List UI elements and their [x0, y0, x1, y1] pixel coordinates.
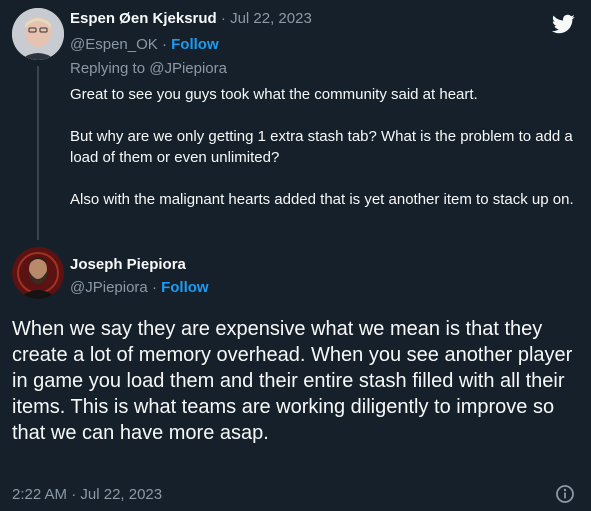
- tweet1-date[interactable]: Jul 22, 2023: [230, 10, 312, 27]
- tweet2-handle[interactable]: @JPiepiora: [70, 279, 148, 296]
- tweet2-name-row: Joseph Piepiora: [70, 256, 186, 273]
- tweet1-paragraph: But why are we only getting 1 extra stas…: [70, 128, 573, 166]
- thread-line: [37, 66, 39, 240]
- tweet1-body: Great to see you guys took what the comm…: [70, 84, 575, 210]
- replying-to-label: Replying to: [70, 60, 146, 77]
- replying-to-handle[interactable]: @JPiepiora: [149, 60, 227, 77]
- tweet2-display-name[interactable]: Joseph Piepiora: [70, 256, 186, 273]
- tweet2-time: 2:22 AM: [12, 486, 68, 503]
- avatar-espen-image: [12, 8, 64, 60]
- info-icon[interactable]: [555, 484, 575, 504]
- tweet2-body: When we say they are expensive what we m…: [12, 318, 573, 444]
- tweet1-paragraph: Great to see you guys took what the comm…: [70, 86, 478, 103]
- tweet2-date: Jul 22, 2023: [80, 486, 163, 503]
- avatar-joseph-image: [12, 247, 64, 299]
- avatar-joseph[interactable]: [12, 247, 64, 299]
- replying-to: Replying to @JPiepiora: [70, 60, 227, 77]
- tweet2-timestamp-separator: ·: [71, 486, 77, 503]
- tweet1-follow-button[interactable]: Follow: [171, 36, 219, 53]
- tweet1-paragraph: Also with the malignant hearts added tha…: [70, 191, 574, 208]
- tweet2-handle-row: @JPiepiora · Follow: [70, 279, 209, 296]
- tweet2-timestamp[interactable]: 2:22 AM · Jul 22, 2023: [12, 486, 162, 503]
- tweet2-follow-separator: ·: [151, 279, 157, 296]
- twitter-bird-icon[interactable]: [549, 12, 577, 36]
- tweet1-handle-row: @Espen_OK · Follow: [70, 36, 219, 53]
- tweet1-follow-separator: ·: [161, 36, 167, 53]
- tweet1-handle[interactable]: @Espen_OK: [70, 36, 158, 53]
- tweet2-follow-button[interactable]: Follow: [161, 279, 209, 296]
- tweet1-separator: ·: [220, 10, 226, 27]
- tweet1-display-name[interactable]: Espen Øen Kjeksrud: [70, 10, 217, 27]
- tweet1-header: Espen Øen Kjeksrud · Jul 22, 2023: [70, 10, 312, 27]
- avatar-espen[interactable]: [12, 8, 64, 60]
